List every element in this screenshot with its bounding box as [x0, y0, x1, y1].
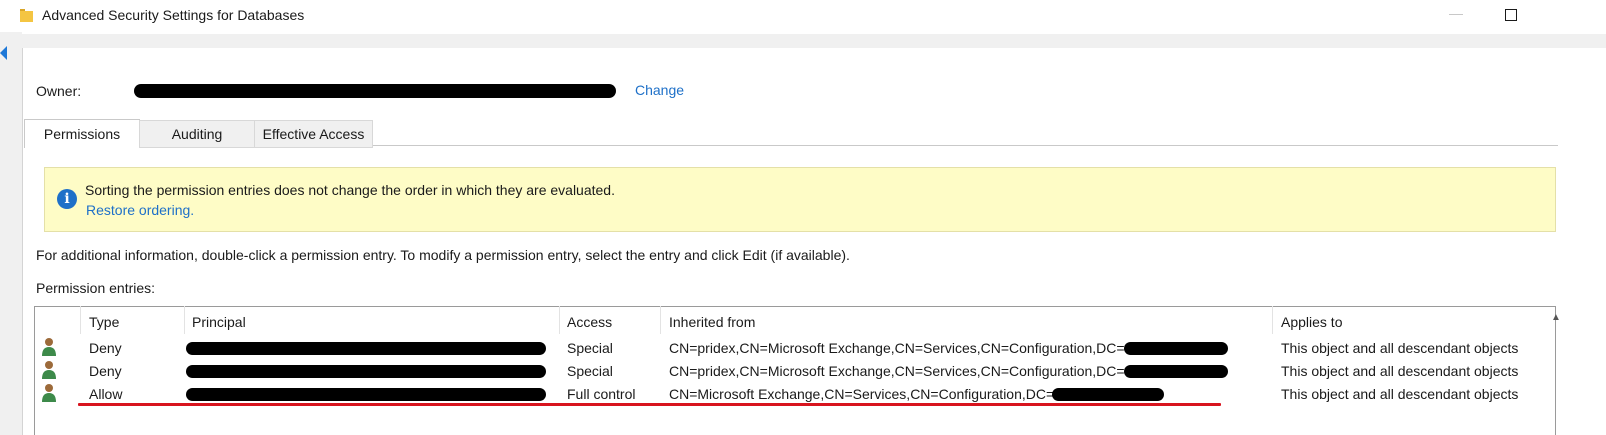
- principal-redacted: [186, 365, 546, 378]
- row-applies-to[interactable]: This object and all descendant objects: [1281, 363, 1518, 379]
- principal-redacted: [186, 388, 546, 401]
- dc-redacted: [1052, 388, 1164, 401]
- scroll-up-icon[interactable]: ▲: [1551, 312, 1561, 323]
- dc-redacted: [1124, 342, 1228, 355]
- info-icon: i: [57, 189, 77, 209]
- row-type[interactable]: Deny: [89, 363, 122, 379]
- tab-effective-access[interactable]: Effective Access: [254, 120, 373, 148]
- content-border: [22, 48, 23, 435]
- restore-ordering-link[interactable]: Restore ordering.: [86, 202, 194, 218]
- column-separator[interactable]: [1272, 306, 1273, 334]
- row-inherited-from[interactable]: CN=pridex,CN=Microsoft Exchange,CN=Servi…: [669, 363, 1125, 379]
- column-separator[interactable]: [559, 306, 560, 334]
- title-bar: Advanced Security Settings for Databases: [0, 0, 1606, 32]
- principal-redacted: [186, 342, 546, 355]
- row-inherited-from[interactable]: CN=Microsoft Exchange,CN=Services,CN=Con…: [669, 386, 1054, 402]
- tab-auditing[interactable]: Auditing: [139, 120, 255, 148]
- user-icon: [42, 384, 56, 402]
- owner-label: Owner:: [36, 83, 82, 99]
- column-header-principal[interactable]: Principal: [192, 314, 246, 330]
- column-separator[interactable]: [184, 306, 185, 334]
- left-arrow-icon: [0, 46, 7, 60]
- red-annotation-underline: [78, 403, 1221, 406]
- row-type[interactable]: Allow: [89, 386, 122, 402]
- change-owner-link[interactable]: Change: [635, 82, 684, 98]
- tab-permissions[interactable]: Permissions: [24, 119, 140, 148]
- column-separator[interactable]: [660, 306, 661, 334]
- column-header-inherited-from[interactable]: Inherited from: [669, 314, 755, 330]
- row-access[interactable]: Full control: [567, 386, 635, 402]
- window-title: Advanced Security Settings for Databases: [42, 7, 305, 23]
- info-banner: [44, 167, 1556, 232]
- minimize-icon[interactable]: [1449, 14, 1463, 15]
- permission-entries-label: Permission entries:: [36, 280, 156, 296]
- dialog-top-strip: [22, 34, 1606, 48]
- row-type[interactable]: Deny: [89, 340, 122, 356]
- maximize-icon[interactable]: [1505, 9, 1517, 21]
- row-applies-to[interactable]: This object and all descendant objects: [1281, 340, 1518, 356]
- column-header-access[interactable]: Access: [567, 314, 612, 330]
- column-separator[interactable]: [80, 306, 81, 334]
- column-header-type[interactable]: Type: [89, 314, 119, 330]
- row-applies-to[interactable]: This object and all descendant objects: [1281, 386, 1518, 402]
- help-text: For additional information, double-click…: [36, 247, 850, 263]
- info-message: Sorting the permission entries does not …: [85, 182, 615, 198]
- owner-redacted: [134, 84, 616, 98]
- parent-window-edge: [0, 32, 22, 435]
- folder-icon: [20, 9, 33, 22]
- row-access[interactable]: Special: [567, 340, 613, 356]
- user-icon: [42, 361, 56, 379]
- row-inherited-from[interactable]: CN=pridex,CN=Microsoft Exchange,CN=Servi…: [669, 340, 1125, 356]
- user-icon: [42, 338, 56, 356]
- dc-redacted: [1124, 365, 1228, 378]
- row-access[interactable]: Special: [567, 363, 613, 379]
- column-header-applies-to[interactable]: Applies to: [1281, 314, 1342, 330]
